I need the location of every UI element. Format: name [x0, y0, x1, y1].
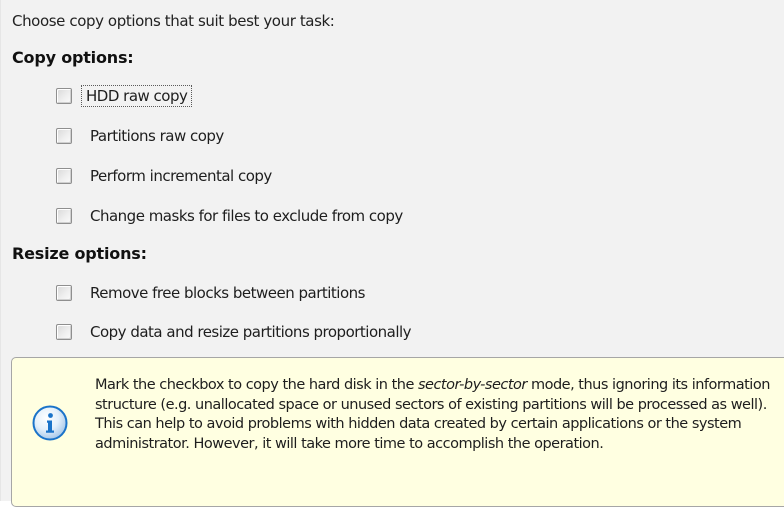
- hdd-raw-copy-option[interactable]: HDD raw copy: [56, 84, 193, 108]
- incremental-copy-option[interactable]: Perform incremental copy: [56, 164, 276, 188]
- resize-proportionally-option[interactable]: Copy data and resize partitions proporti…: [56, 320, 415, 344]
- resize-proportionally-checkbox[interactable]: [56, 324, 72, 340]
- info-box: Mark the checkbox to copy the hard disk …: [11, 357, 784, 507]
- change-masks-option[interactable]: Change masks for files to exclude from c…: [56, 204, 407, 228]
- info-text-before: Mark the checkbox to copy the hard disk …: [95, 377, 418, 393]
- change-masks-checkbox[interactable]: [56, 208, 72, 224]
- info-text-emphasis: sector-by-sector: [417, 377, 527, 393]
- partitions-raw-copy-label[interactable]: Partitions raw copy: [86, 126, 228, 146]
- copy-options-panel: Choose copy options that suit best your …: [0, 0, 784, 507]
- partitions-raw-copy-option[interactable]: Partitions raw copy: [56, 124, 228, 148]
- hdd-raw-copy-checkbox[interactable]: [56, 88, 72, 104]
- info-icon: [32, 405, 68, 441]
- copy-options-heading: Copy options:: [12, 48, 134, 67]
- remove-free-blocks-checkbox[interactable]: [56, 285, 72, 301]
- hdd-raw-copy-label[interactable]: HDD raw copy: [81, 85, 193, 107]
- remove-free-blocks-option[interactable]: Remove free blocks between partitions: [56, 281, 369, 305]
- info-text: Mark the checkbox to copy the hard disk …: [95, 376, 783, 454]
- resize-options-heading: Resize options:: [12, 244, 147, 263]
- remove-free-blocks-label[interactable]: Remove free blocks between partitions: [86, 283, 369, 303]
- incremental-copy-label[interactable]: Perform incremental copy: [86, 166, 276, 186]
- intro-text: Choose copy options that suit best your …: [12, 12, 335, 30]
- change-masks-label[interactable]: Change masks for files to exclude from c…: [86, 206, 407, 226]
- partitions-raw-copy-checkbox[interactable]: [56, 128, 72, 144]
- incremental-copy-checkbox[interactable]: [56, 168, 72, 184]
- resize-proportionally-label[interactable]: Copy data and resize partitions proporti…: [86, 322, 415, 342]
